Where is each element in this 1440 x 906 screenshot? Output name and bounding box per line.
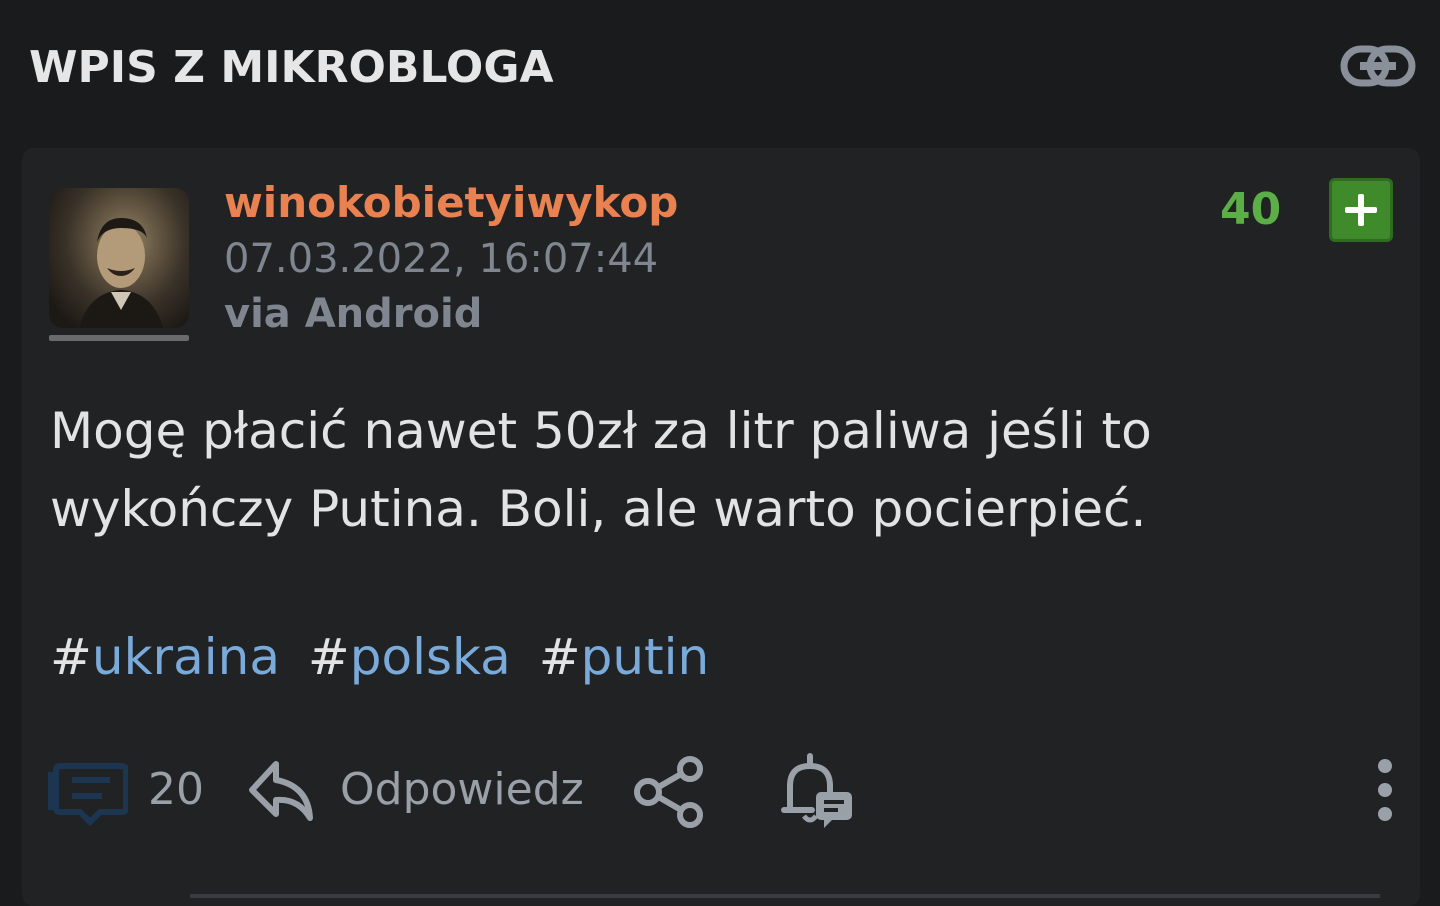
tag-hash: # — [538, 628, 581, 686]
page-header: WPIS Z MIKROBLOGA — [0, 0, 1440, 140]
tag-polska[interactable]: #polska — [308, 628, 511, 686]
avatar-underline — [49, 335, 189, 341]
avatar[interactable] — [49, 188, 189, 328]
entry-body-line-1: Mogę płacić nawet 50zł za litr paliwa je… — [50, 402, 1152, 460]
entry-tags: #ukraina #polska #putin — [50, 622, 721, 692]
entry-body: Mogę płacić nawet 50zł za litr paliwa je… — [50, 392, 1350, 548]
author-username[interactable]: winokobietyiwykop — [224, 178, 678, 227]
page-title: WPIS Z MIKROBLOGA — [29, 42, 554, 93]
entry-card: winokobietyiwykop 07.03.2022, 16:07:44 v… — [22, 148, 1420, 906]
reply-button[interactable]: Odpowiedz — [340, 764, 584, 815]
upvote-button[interactable] — [1329, 178, 1393, 242]
notify-icon[interactable] — [778, 752, 858, 830]
avatar-portrait — [79, 218, 163, 328]
comments-icon[interactable] — [48, 760, 128, 826]
comments-count[interactable]: 20 — [148, 764, 204, 815]
entry-client: via Android — [224, 291, 483, 337]
tag-putin[interactable]: #putin — [539, 628, 710, 686]
link-icon[interactable] — [1340, 44, 1416, 88]
share-icon[interactable] — [632, 756, 708, 828]
reply-icon[interactable] — [246, 756, 316, 826]
divider — [190, 894, 1380, 898]
tag-ukraina[interactable]: #ukraina — [50, 628, 280, 686]
tag-name: ukraina — [91, 628, 280, 686]
tag-name: putin — [580, 628, 710, 686]
entry-actions: 20 Odpowiedz — [22, 748, 1420, 838]
more-icon[interactable] — [1370, 758, 1400, 822]
tag-name: polska — [349, 628, 511, 686]
tag-hash: # — [307, 628, 350, 686]
vote-count: 40 — [1220, 184, 1282, 235]
entry-body-line-2: wykończy Putina. Boli, ale warto pocierp… — [50, 480, 1147, 538]
entry-date[interactable]: 07.03.2022, 16:07:44 — [224, 236, 658, 282]
tag-hash: # — [50, 628, 92, 686]
